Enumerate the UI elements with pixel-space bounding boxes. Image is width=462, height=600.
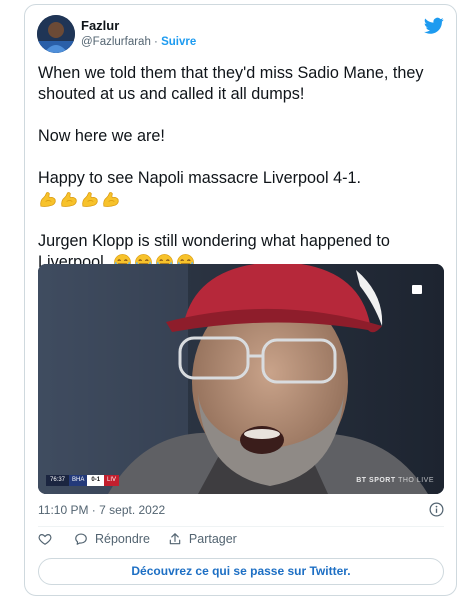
reply-label: Répondre [95, 532, 150, 546]
tweet-card: Fazlur @Fazlurfarah · Suivre When we tol… [24, 4, 457, 596]
flexed-biceps-icon [82, 192, 98, 208]
flexed-biceps-icon [40, 192, 56, 208]
scorebug: 76:37 BHA 0-1 LIV [46, 475, 120, 486]
share-icon [169, 533, 181, 545]
klopp-photo [38, 264, 444, 494]
tweet-paragraph: Happy to see Napoli massacre Liverpool 4… [38, 169, 362, 187]
discover-twitter-button[interactable]: Découvrez ce qui se passe sur Twitter. [38, 558, 444, 585]
twitter-bird-icon[interactable] [424, 17, 444, 35]
heart-icon [38, 534, 52, 545]
flexed-biceps-icon [61, 192, 77, 208]
watch-later-icon [412, 285, 422, 294]
tweet-text: When we told them that they'd miss Sadio… [38, 63, 448, 273]
meta-separator: · [150, 36, 162, 48]
tweet-timestamp[interactable]: 11:10 PM · 7 sept. 2022 [38, 503, 165, 517]
reply-icon [75, 533, 87, 545]
info-icon[interactable] [429, 502, 444, 517]
flexed-biceps-icon [103, 192, 119, 208]
share-label: Partager [188, 532, 237, 546]
author-handle[interactable]: @Fazlurfarah [81, 36, 151, 48]
flex-emoji-row [38, 189, 448, 210]
author-name[interactable]: Fazlur [81, 18, 119, 33]
author-meta: @Fazlurfarah · Suivre [81, 36, 196, 48]
broadcaster-watermark: BT SPORT THO LIVE [356, 477, 434, 484]
share-button[interactable]: Partager [168, 532, 237, 546]
reply-button[interactable]: Répondre [74, 532, 150, 546]
divider [38, 526, 444, 527]
avatar[interactable] [37, 15, 75, 53]
follow-button[interactable]: Suivre [161, 36, 196, 48]
tweet-paragraph: When we told them that they'd miss Sadio… [38, 64, 424, 103]
like-button[interactable] [38, 532, 52, 546]
tweet-media-image[interactable]: 76:37 BHA 0-1 LIV BT SPORT THO LIVE [38, 264, 444, 494]
tweet-paragraph: Now here we are! [38, 127, 165, 145]
tweet-actions: Répondre Partager [38, 532, 237, 546]
